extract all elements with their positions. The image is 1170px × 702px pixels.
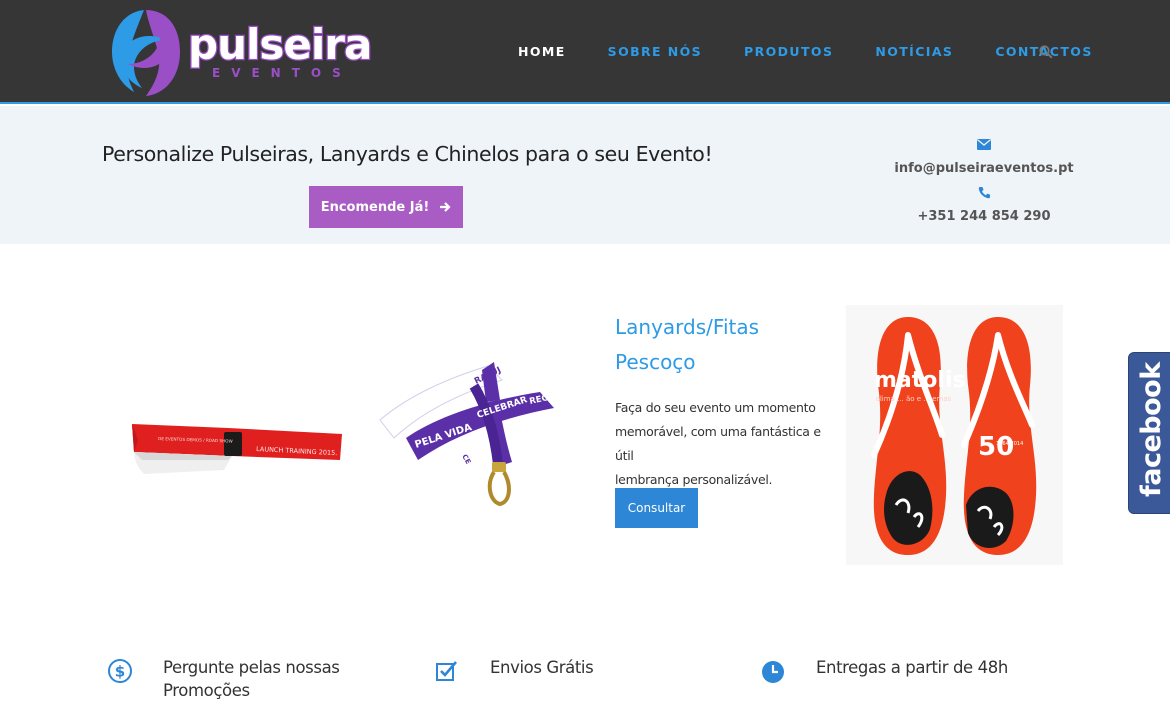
product-description-line2: memorável, com uma fantástica e útil (615, 424, 821, 463)
promo-banner: Personalize Pulseiras, Lanyards e Chinel… (0, 106, 1170, 244)
contact-phone[interactable]: +351 244 854 290 (900, 204, 1068, 228)
logo-tagline: EVENTOS (212, 66, 352, 80)
order-now-label: Encomende Já! (320, 199, 430, 215)
feature-entregas: Entregas a partir de 48h (816, 656, 1008, 679)
dollar-circle-icon: $ (108, 659, 132, 683)
nav-item-sobre-nos[interactable]: SOBRE NÓS (608, 44, 702, 59)
lanyard-image[interactable]: PELA VIDA CELEBRAR RATUJ REC CE (378, 356, 556, 512)
lanyard-print-5: CE (460, 453, 472, 466)
flipflop-years: 1964-2014 (996, 441, 1023, 447)
site-logo[interactable]: pulseira EVENTOS (110, 6, 374, 98)
flipflop-badge: 50 (978, 432, 1014, 462)
contact-info: info@pulseiraeventos.pt +351 244 854 290 (894, 132, 1074, 228)
logo-mark-icon (112, 10, 180, 96)
search-icon[interactable] (1039, 45, 1053, 59)
flipflop-slogan: clima ... ão e ... emas (876, 395, 952, 403)
feature-promocoes-line2: Promoções (163, 681, 250, 700)
facebook-label: facebook (1136, 362, 1167, 497)
banner-title: Personalize Pulseiras, Lanyards e Chinel… (102, 142, 713, 166)
product-title-line1: Lanyards/Fitas (615, 315, 760, 339)
product-title[interactable]: Lanyards/Fitas Pescoço (615, 310, 815, 380)
arrow-right-icon (440, 202, 451, 212)
product-description: Faça do seu evento um momento memorável,… (615, 396, 835, 492)
nav-item-noticias[interactable]: NOTÍCIAS (875, 44, 953, 59)
feature-envios: Envios Grátis (490, 656, 594, 679)
envelope-icon (977, 138, 991, 150)
feature-envios-line1: Envios Grátis (490, 658, 594, 677)
flipflops-image[interactable]: matolis clima ... ão e ... emas 50 1964-… (846, 305, 1063, 565)
bracelet-image[interactable]: DE EVENTOS DEMOS / ROAD SHOW LAUNCH TRAI… (128, 410, 344, 486)
flipflop-brand: matolis (874, 368, 966, 393)
site-header: pulseira EVENTOS HOME SOBRE NÓS PRODUTOS… (0, 0, 1170, 104)
order-now-button[interactable]: Encomende Já! (309, 186, 463, 228)
feature-entregas-line1: Entregas a partir de 48h (816, 658, 1008, 677)
phone-icon (978, 186, 990, 198)
feature-promocoes-line1: Pergunte pelas nossas (163, 658, 340, 677)
svg-text:$: $ (115, 663, 125, 681)
nav-item-produtos[interactable]: PRODUTOS (744, 44, 833, 59)
product-title-line2: Pescoço (615, 350, 696, 374)
logo-wordmark: pulseira (187, 20, 374, 69)
checkbox-icon (436, 661, 457, 681)
product-description-line1: Faça do seu evento um momento (615, 400, 816, 415)
contact-email[interactable]: info@pulseiraeventos.pt (894, 156, 1073, 180)
nav-item-home[interactable]: HOME (518, 44, 566, 59)
feature-promocoes: Pergunte pelas nossas Promoções (163, 656, 340, 702)
consult-button[interactable]: Consultar (615, 488, 698, 528)
clock-icon (762, 661, 784, 683)
